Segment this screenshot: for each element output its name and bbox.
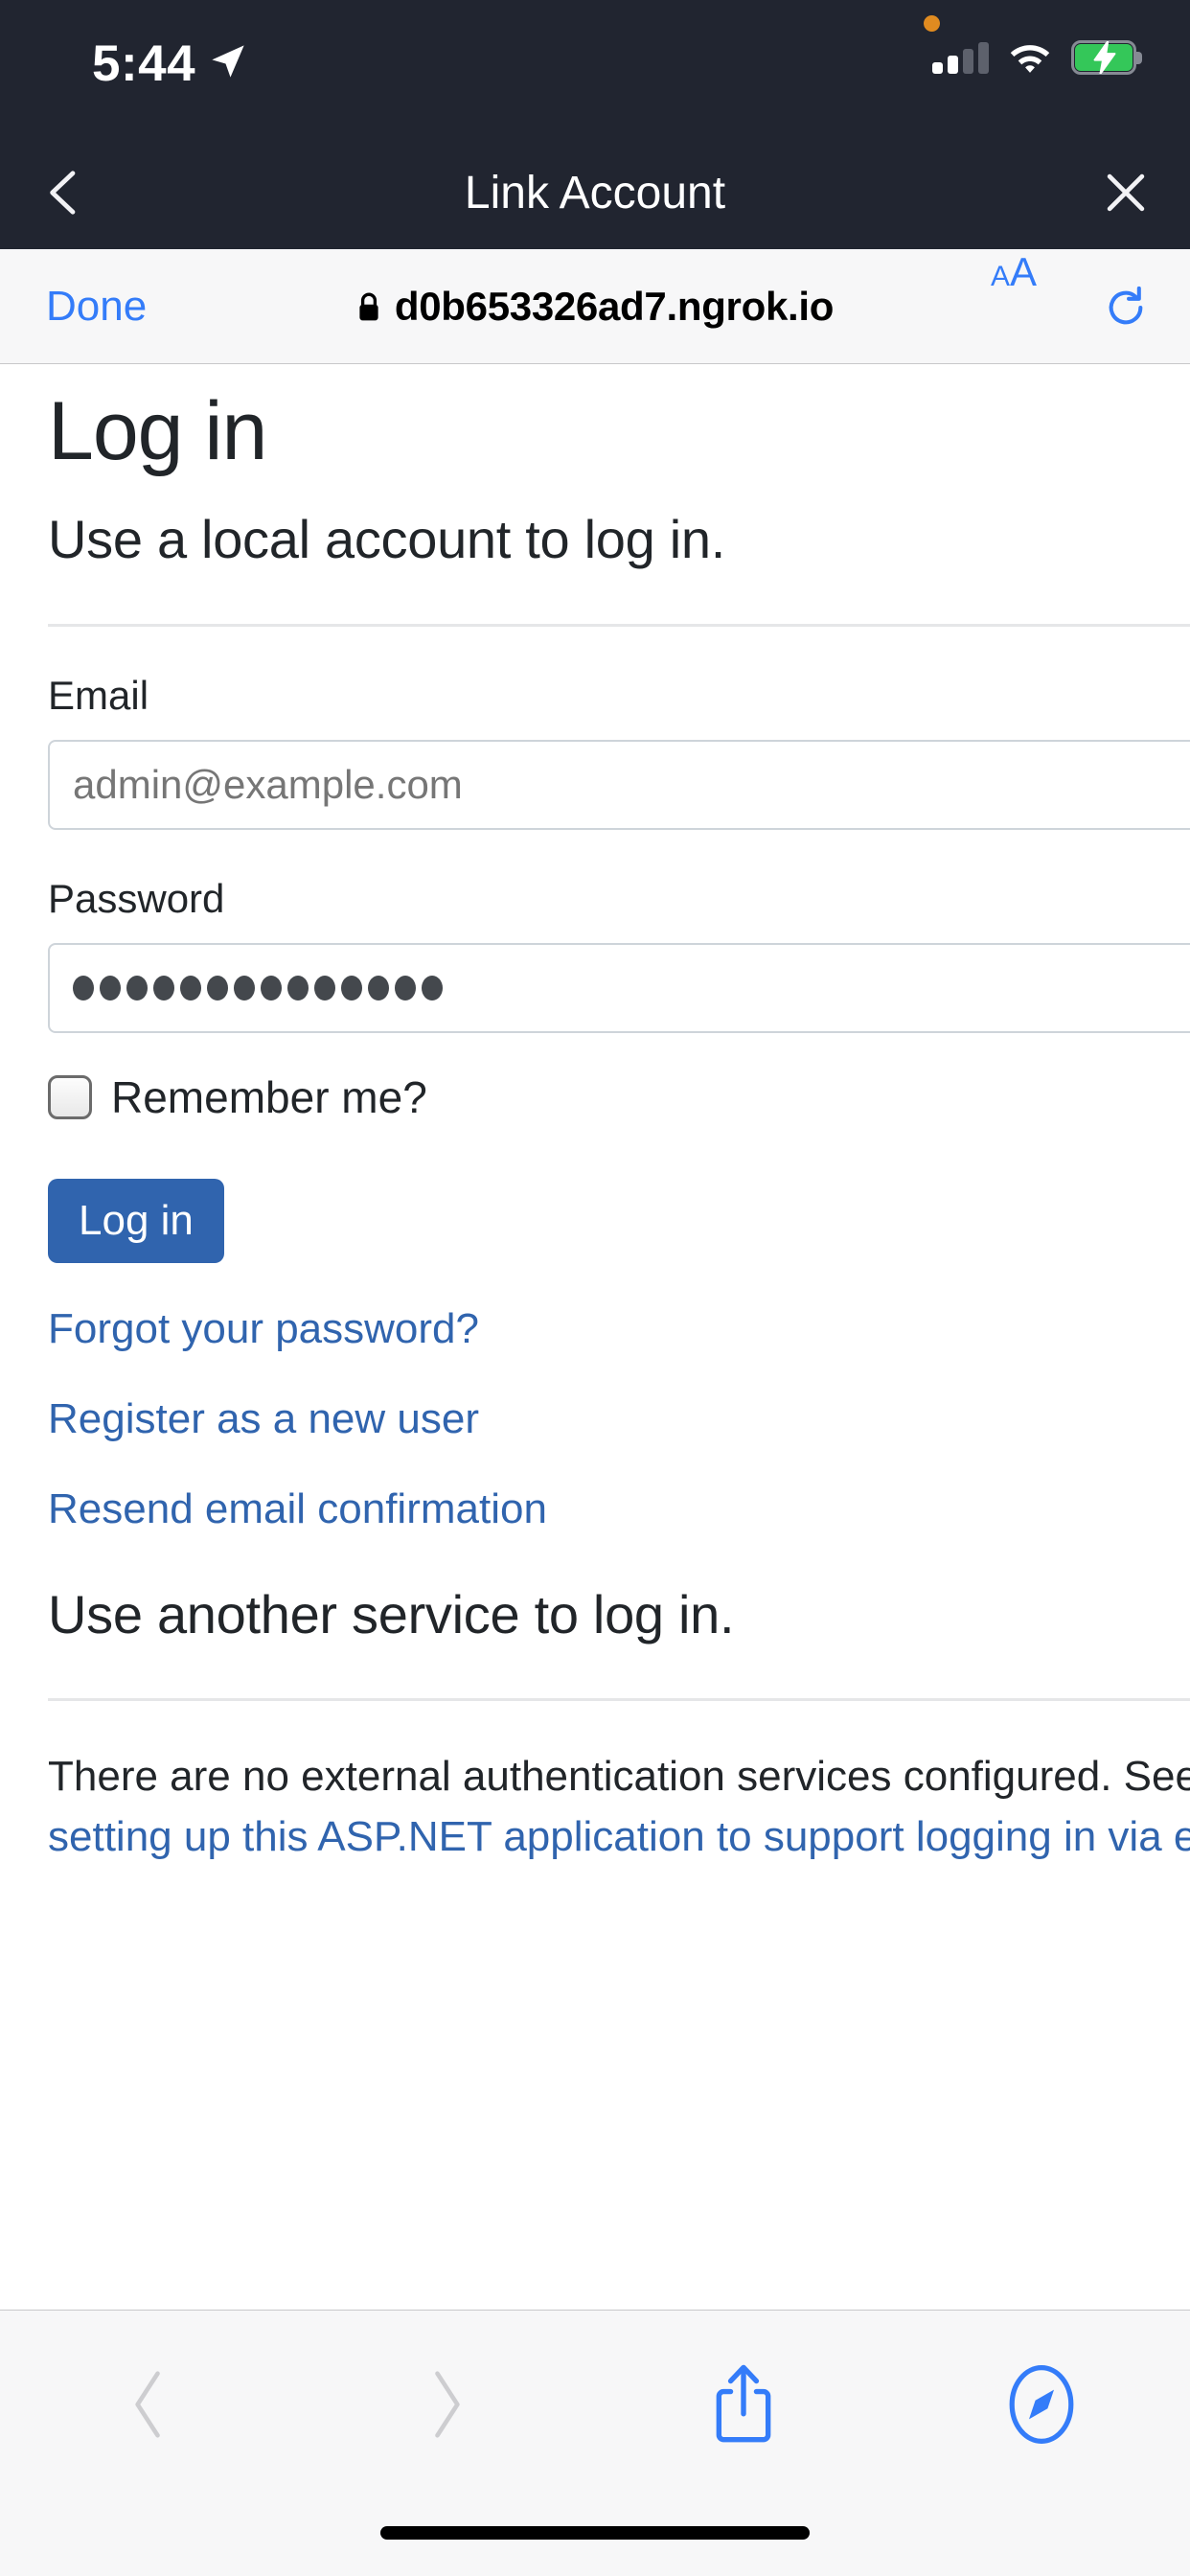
resend-confirmation-link[interactable]: Resend email confirmation xyxy=(48,1485,547,1532)
browser-forward-button[interactable] xyxy=(298,2311,596,2498)
remember-me-row[interactable]: Remember me? xyxy=(48,1071,1190,1123)
text-size-large-a: A xyxy=(1009,249,1037,294)
cellular-signal-icon xyxy=(932,41,989,74)
divider-2 xyxy=(48,1698,1190,1702)
remember-me-label: Remember me? xyxy=(111,1072,427,1123)
external-services-heading: Use another service to log in. xyxy=(48,1584,735,1645)
login-heading: Log in xyxy=(48,385,267,477)
status-bar-time: 5:44 xyxy=(92,35,196,92)
lock-icon xyxy=(359,292,378,321)
remember-me-checkbox[interactable] xyxy=(48,1075,92,1120)
done-button[interactable]: Done xyxy=(46,249,147,364)
location-arrow-icon xyxy=(212,45,244,78)
forgot-password-link[interactable]: Forgot your password? xyxy=(48,1305,479,1352)
email-placeholder-text: admin@example.com xyxy=(73,762,463,808)
share-icon xyxy=(716,2364,771,2443)
register-row: Register as a new user xyxy=(48,1395,1190,1443)
tabs-button[interactable] xyxy=(893,2311,1190,2498)
browser-url-bar: Done d0b653326ad7.ngrok.io AA xyxy=(0,249,1190,364)
reload-icon[interactable] xyxy=(1104,286,1148,330)
email-input[interactable]: admin@example.com xyxy=(48,740,1190,831)
login-page: Log in Use a local account to log in. Em… xyxy=(0,365,1190,1867)
wifi-icon xyxy=(1010,45,1050,73)
password-label: Password xyxy=(48,876,225,922)
login-button[interactable]: Log in xyxy=(48,1179,224,1264)
safari-compass-icon xyxy=(1009,2365,1074,2444)
web-content-viewport: Log in Use a local account to log in. Em… xyxy=(0,365,1190,2310)
chevron-right-icon xyxy=(434,2371,460,2438)
orange-recording-indicator xyxy=(924,15,940,32)
resend-confirmation-row: Resend email confirmation xyxy=(48,1485,1190,1533)
url-text: d0b653326ad7.ngrok.io xyxy=(394,284,835,329)
paragraph-prefix-text: There are no external authentication ser… xyxy=(48,1753,1190,1801)
close-x-icon[interactable] xyxy=(1100,167,1152,218)
iphone-screen: 5:44 Link Account Done d0b653326ad7.ngro… xyxy=(0,0,1190,2576)
battery-charging-icon xyxy=(1071,40,1142,75)
status-bar: 5:44 xyxy=(0,0,1190,136)
page-title: Link Account xyxy=(464,167,726,218)
password-input[interactable] xyxy=(48,943,1190,1034)
email-label: Email xyxy=(48,673,149,719)
app-nav-bar: Link Account xyxy=(0,136,1190,249)
chevron-left-icon xyxy=(135,2371,161,2438)
login-subheading: Use a local account to log in. xyxy=(48,509,725,570)
browser-toolbar xyxy=(0,2310,1190,2576)
external-services-paragraph: There are no external authentication ser… xyxy=(48,1747,1190,1867)
text-size-small-a: A xyxy=(990,261,1010,292)
browser-back-button[interactable] xyxy=(0,2311,298,2498)
forgot-password-row: Forgot your password? xyxy=(48,1305,1190,1353)
text-size-aa-icon[interactable]: AA xyxy=(991,249,1037,364)
register-link[interactable]: Register as a new user xyxy=(48,1395,479,1442)
password-masked-value xyxy=(73,976,443,1001)
share-button[interactable] xyxy=(595,2311,893,2498)
divider xyxy=(48,624,1190,628)
home-indicator-bar xyxy=(380,2526,810,2540)
